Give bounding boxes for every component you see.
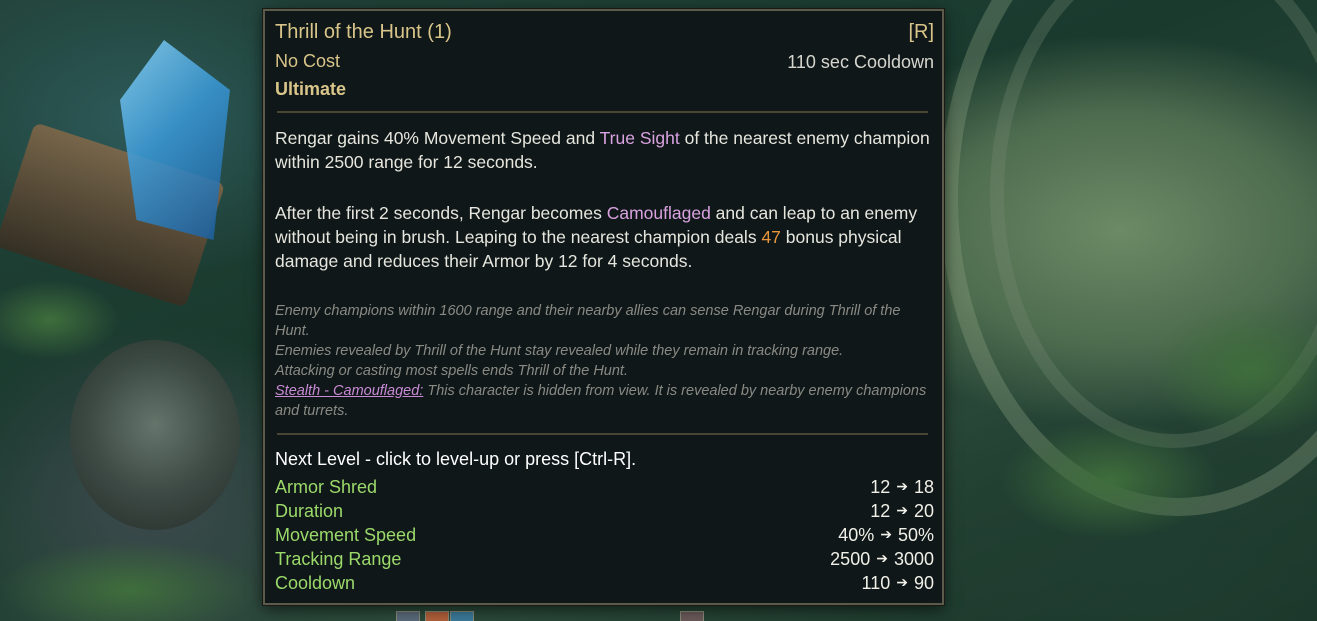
note-line: Enemy champions within 1600 range and th… [275,303,901,339]
hud-item-icon[interactable] [450,611,474,621]
stat-row-armor-shred: Armor Shred 12 ➔ 18 [275,477,934,501]
stat-row-movement-speed: Movement Speed 40% ➔ 50% [275,525,934,549]
description-paragraph: Rengar gains 40% Movement Speed and True… [275,126,940,174]
ability-header: Thrill of the Hunt (1) [R] [275,21,934,44]
foliage [0,280,120,360]
note-line: Attacking or casting most spells ends Th… [275,363,628,379]
stat-values: 12 ➔ 18 [870,477,934,498]
stat-values: 110 ➔ 90 [862,573,934,594]
arrow-icon: ➔ [896,478,908,494]
stealth-note: Stealth - Camouflaged: This character is… [275,381,935,421]
stat-from: 2500 [830,549,871,569]
stat-name: Cooldown [275,573,356,593]
ability-cost-row: No Cost 110 sec Cooldown [275,51,934,72]
ability-hotkey: [R] [908,21,934,43]
stat-from: 12 [870,477,891,497]
description-paragraph: After the first 2 seconds, Rengar become… [275,201,940,273]
stat-to: 50% [897,525,934,545]
hud-item-icon[interactable] [396,611,420,621]
ability-tooltip: Thrill of the Hunt (1) [R] No Cost 110 s… [263,9,944,605]
foliage [0,540,260,621]
divider [277,111,928,113]
stat-values: 2500 ➔ 3000 [830,549,934,570]
arrow-icon: ➔ [880,526,892,542]
turret-structure [70,340,240,530]
next-level-stats: Armor Shred 12 ➔ 18 Duration 12 ➔ 20 Movemen… [275,477,934,597]
blue-crystal [120,40,230,240]
stat-name: Tracking Range [275,549,402,569]
description-text: Rengar gains 40% Movement Speed and [275,128,600,148]
stat-values: 12 ➔ 20 [870,501,934,522]
arrow-icon: ➔ [876,550,888,566]
stat-to: 3000 [893,549,934,569]
description-text: After the first 2 seconds, Rengar become… [275,203,607,223]
stat-name: Armor Shred [275,477,378,497]
stat-to: 20 [913,501,934,521]
ability-notes: Enemy champions within 1600 range and th… [275,301,935,421]
true-sight-keyword: True Sight [599,128,680,148]
stat-name: Duration [275,501,344,521]
arrow-icon: ➔ [896,502,908,518]
ability-cooldown: 110 sec Cooldown [787,52,934,72]
note-line: Enemies revealed by Thrill of the Hunt s… [275,343,844,359]
damage-value: 47 [761,227,781,247]
stat-name: Movement Speed [275,525,417,545]
stat-row-tracking-range: Tracking Range 2500 ➔ 3000 [275,549,934,573]
stat-row-duration: Duration 12 ➔ 20 [275,501,934,525]
ability-type: Ultimate [275,79,347,99]
stat-from: 12 [870,501,891,521]
camouflaged-keyword: Camouflaged [606,203,711,223]
stat-values: 40% ➔ 50% [838,525,934,546]
ability-name: Thrill of the Hunt (1) [275,21,452,43]
stealth-camouflaged-link[interactable]: Stealth - Camouflaged: [275,383,423,399]
ability-cost: No Cost [275,51,341,71]
hud-item-icon[interactable] [425,611,449,621]
arrow-icon: ➔ [896,574,908,590]
next-level-prompt[interactable]: Next Level - click to level-up or press … [275,449,934,470]
hud-item-icon[interactable] [680,611,704,621]
stat-to: 18 [913,477,934,497]
stat-from: 110 [861,573,891,593]
stat-from: 40% [838,525,875,545]
divider [277,433,928,435]
stat-to: 90 [913,573,934,593]
foliage [1000,420,1220,540]
stat-row-cooldown: Cooldown 110 ➔ 90 [275,573,934,597]
